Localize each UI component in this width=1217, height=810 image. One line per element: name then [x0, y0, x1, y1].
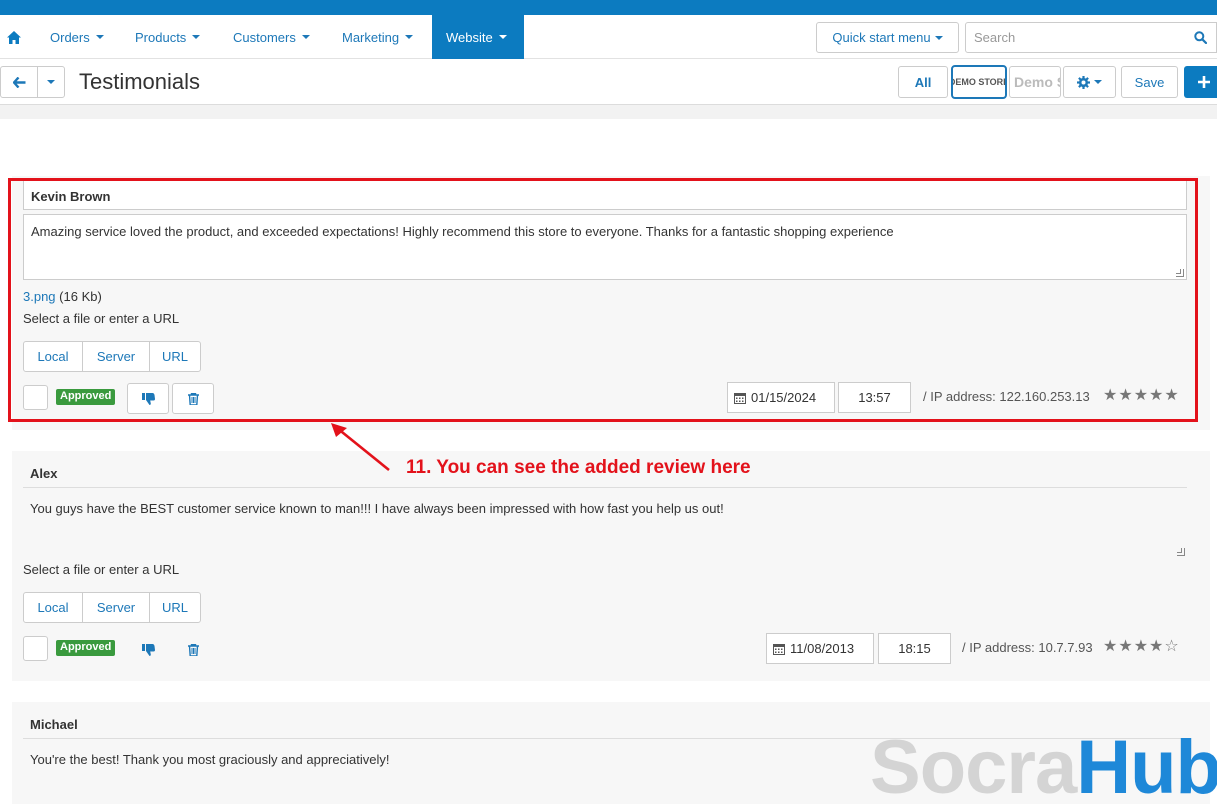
disapprove-button[interactable] [127, 634, 169, 665]
quick-start-label: Quick start menu [832, 30, 931, 45]
caret-down-icon [192, 35, 201, 39]
add-button[interactable] [1184, 66, 1217, 98]
page-title: Testimonials [79, 69, 201, 94]
rating-stars[interactable]: ★★★★☆ [1103, 636, 1180, 656]
file-source-buttons: Local Server URL [23, 592, 201, 623]
caret-down-icon [47, 80, 55, 84]
toolbar-shadow-bar [0, 105, 1217, 119]
select-checkbox[interactable] [23, 636, 48, 661]
nav-orders[interactable]: Orders [36, 15, 118, 59]
nav-marketing[interactable]: Marketing [328, 15, 427, 59]
calendar-icon [773, 643, 785, 655]
review-message-text: You guys have the BEST customer service … [30, 501, 724, 516]
caret-down-icon [301, 35, 310, 39]
nav-products[interactable]: Products [121, 15, 214, 59]
nav-website-label: Website [446, 29, 493, 45]
search-input[interactable] [965, 22, 1186, 53]
thumbs-down-icon [141, 643, 155, 656]
server-button[interactable]: Server [82, 592, 150, 623]
ip-address: / IP address: 10.7.7.93 [962, 640, 1093, 655]
plus-icon [1198, 76, 1210, 88]
nav-marketing-label: Marketing [342, 29, 400, 45]
caret-down-icon [95, 35, 104, 39]
review-message-textarea[interactable]: You guys have the BEST customer service … [23, 492, 1187, 558]
delete-button[interactable] [172, 634, 214, 665]
watermark-logo: SocraHub [870, 730, 1217, 806]
annotation-text: 11. You can see the added review here [406, 457, 751, 478]
store-selector-demo-store-2[interactable]: Demo Sto [1009, 66, 1061, 98]
trash-icon [187, 643, 199, 656]
caret-down-icon [1094, 80, 1102, 84]
store-selector-demo-store[interactable]: DEMO STORE [951, 65, 1007, 99]
quick-start-menu-button[interactable]: Quick start menu [816, 22, 959, 53]
home-icon[interactable] [0, 15, 28, 59]
date-value: 11/08/2013 [790, 641, 855, 656]
back-button[interactable] [0, 66, 38, 98]
time-input[interactable]: 18:15 [878, 633, 951, 664]
select-file-label: Select a file or enter a URL [23, 562, 180, 577]
arrow-left-icon [12, 76, 25, 88]
annotation-arrow-icon [331, 423, 390, 472]
search-button[interactable] [1185, 22, 1217, 53]
watermark-part1: Socra [870, 725, 1077, 810]
all-stores-button[interactable]: All [898, 66, 948, 98]
nav-orders-label: Orders [50, 29, 90, 45]
caret-down-icon [405, 35, 414, 39]
nav-customers-label: Customers [233, 29, 296, 45]
back-dropdown-button[interactable] [37, 66, 65, 98]
caret-down-icon [498, 35, 507, 39]
resize-grip-icon[interactable] [1177, 548, 1185, 556]
date-picker[interactable]: 11/08/2013 [766, 633, 874, 664]
main-navbar: Orders Products Customers Marketing Webs… [0, 15, 1217, 59]
search-icon [1194, 31, 1207, 44]
settings-dropdown-button[interactable] [1063, 66, 1116, 98]
url-button[interactable]: URL [149, 592, 201, 623]
save-button[interactable]: Save [1121, 66, 1178, 98]
top-strip [0, 0, 1217, 15]
nav-customers[interactable]: Customers [219, 15, 324, 59]
nav-website[interactable]: Website [432, 15, 524, 59]
highlight-box [8, 178, 1198, 422]
nav-products-label: Products [135, 29, 187, 45]
status-badge: Approved [56, 640, 116, 656]
page-toolbar: Testimonials All DEMO STORE Demo Sto Sav… [0, 59, 1217, 105]
watermark-part2: Hub [1076, 725, 1217, 810]
caret-down-icon [934, 35, 943, 40]
local-button[interactable]: Local [23, 592, 83, 623]
review-message-text: You're the best! Thank you most gracious… [30, 752, 390, 767]
gear-icon [1077, 75, 1090, 89]
